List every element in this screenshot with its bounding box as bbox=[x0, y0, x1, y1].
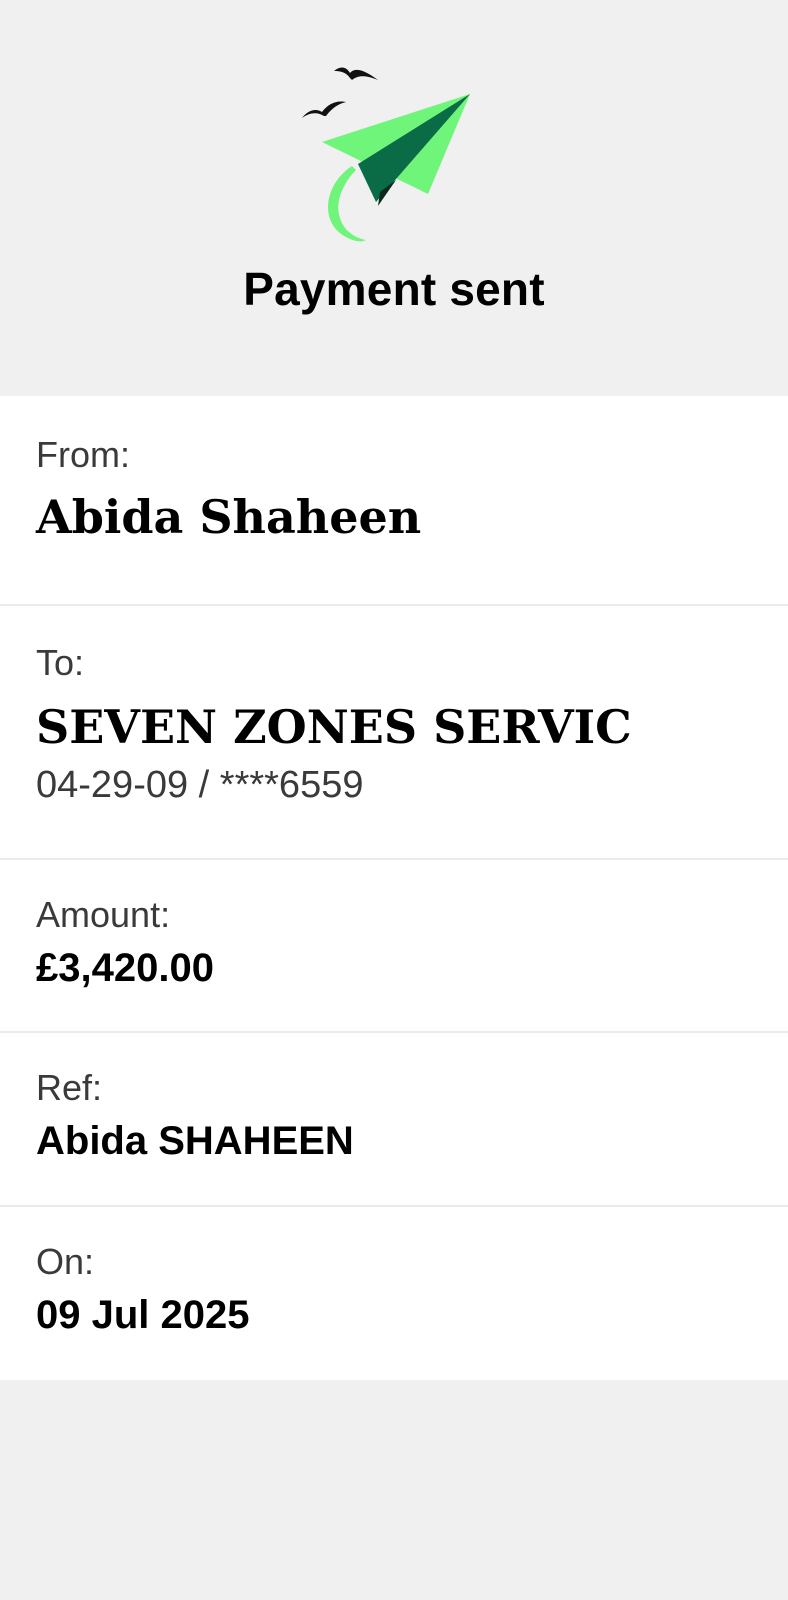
detail-row-to: To: SEVEN ZONES SERVIC 04-29-09 / ****65… bbox=[0, 606, 788, 860]
detail-row-amount: Amount: £3,420.00 bbox=[0, 860, 788, 1033]
confirmation-header: Payment sent bbox=[0, 0, 788, 396]
to-label: To: bbox=[36, 642, 85, 683]
ref-value: Abida SHAHEEN bbox=[36, 1119, 354, 1163]
payment-details: From: Abida Shaheen To: SEVEN ZONES SERV… bbox=[0, 396, 788, 1380]
on-value: 09 Jul 2025 bbox=[36, 1293, 250, 1337]
plane-trail-shape bbox=[328, 166, 366, 242]
bird-icon bbox=[334, 67, 378, 80]
amount-label: Amount: bbox=[36, 894, 171, 935]
from-label: From: bbox=[36, 434, 130, 475]
on-label: On: bbox=[36, 1241, 95, 1282]
from-value: Abida Shaheen bbox=[36, 490, 422, 544]
to-account-number: 04-29-09 / ****6559 bbox=[36, 764, 364, 806]
to-value: SEVEN ZONES SERVIC bbox=[36, 700, 632, 754]
detail-row-ref: Ref: Abida SHAHEEN bbox=[0, 1033, 788, 1207]
detail-row-from: From: Abida Shaheen bbox=[0, 396, 788, 606]
detail-row-on: On: 09 Jul 2025 bbox=[0, 1207, 788, 1380]
page-title: Payment sent bbox=[243, 263, 545, 315]
ref-label: Ref: bbox=[36, 1067, 103, 1108]
bird-icon bbox=[302, 101, 346, 118]
payment-confirmation-screen: Payment sent From: Abida Shaheen To: SEV… bbox=[0, 0, 788, 1600]
paper-plane-icon bbox=[302, 67, 470, 242]
amount-value: £3,420.00 bbox=[36, 946, 214, 990]
